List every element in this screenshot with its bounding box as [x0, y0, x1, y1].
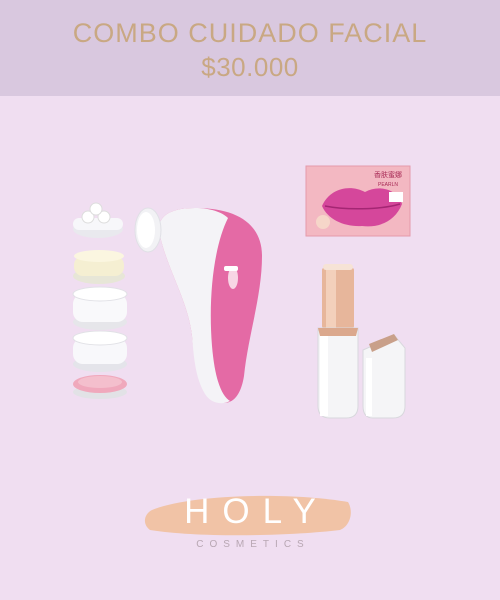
brush-head-sponge: [73, 202, 123, 238]
brush-head-silicone: [72, 330, 128, 372]
cleansing-brush-device: [134, 207, 262, 404]
lip-mask-packet: 香肤蜜娜 PEARLN: [305, 165, 411, 237]
product-images: 香肤蜜娜 PEARLN: [0, 96, 500, 496]
product-title: COMBO CUIDADO FACIAL: [72, 18, 428, 48]
mask-brand-latin: PEARLN: [378, 182, 398, 188]
brush-head-pumice: [73, 375, 127, 399]
logo-name: HOLY: [184, 492, 329, 531]
mask-brand-label: 香肤蜜娜: [374, 170, 402, 179]
logo-tagline: COSMETICS: [196, 539, 310, 550]
brush-head-bristle: [72, 286, 128, 330]
holy-cosmetics-logo: HOLY COSMETICS: [140, 490, 360, 560]
brush-head-foam: [73, 250, 125, 284]
product-price: $30.000: [201, 52, 299, 82]
header-band: COMBO CUIDADO FACIAL $30.000: [0, 0, 500, 96]
facial-hair-remover: [317, 264, 406, 419]
